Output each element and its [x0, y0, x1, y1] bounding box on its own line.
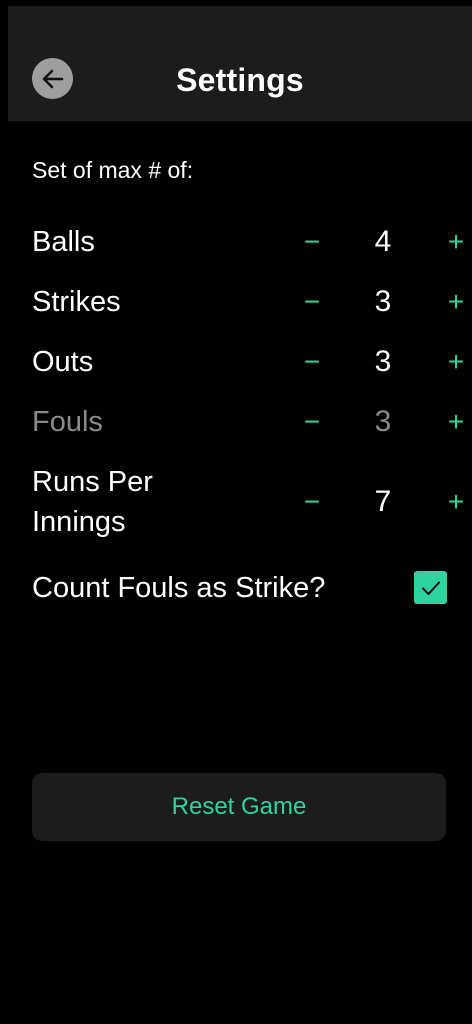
- counter-label: Balls: [32, 226, 95, 258]
- decrement-strikes-button[interactable]: −: [294, 282, 330, 322]
- increment-balls-button[interactable]: +: [438, 222, 472, 262]
- counter-value: 3: [374, 405, 392, 438]
- increment-outs-button[interactable]: +: [438, 342, 472, 382]
- increment-runs-button[interactable]: +: [438, 482, 472, 522]
- decrement-balls-button[interactable]: −: [294, 222, 330, 262]
- counter-row-balls: Balls − 4 +: [32, 222, 472, 262]
- increment-strikes-button[interactable]: +: [438, 282, 472, 322]
- counter-row-fouls: Fouls − 3 +: [32, 402, 472, 442]
- increment-fouls-button[interactable]: +: [438, 402, 472, 442]
- counter-value: 4: [374, 225, 392, 258]
- count-fouls-row: Count Fouls as Strike?: [32, 568, 448, 608]
- counter-label: Outs: [32, 346, 94, 378]
- count-fouls-checkbox[interactable]: [414, 571, 447, 604]
- decrement-outs-button[interactable]: −: [294, 342, 330, 382]
- checkmark-icon: [421, 581, 440, 595]
- counter-row-outs: Outs − 3 +: [32, 342, 472, 382]
- header-bar: Settings: [8, 6, 472, 121]
- counter-row-runs-per-innings: Runs Per Innings − 7 +: [32, 462, 472, 546]
- decrement-runs-button[interactable]: −: [294, 482, 330, 522]
- counter-label: Fouls: [32, 406, 103, 438]
- counter-label: Runs Per Innings: [32, 466, 153, 538]
- counter-value: 3: [374, 285, 392, 318]
- decrement-fouls-button[interactable]: −: [294, 402, 330, 442]
- count-fouls-label: Count Fouls as Strike?: [32, 572, 326, 604]
- settings-screen: Settings Set of max # of: Balls − 4 + St…: [0, 0, 472, 1024]
- page-title: Settings: [176, 62, 304, 98]
- section-label: Set of max # of:: [32, 157, 194, 183]
- counter-row-strikes: Strikes − 3 +: [32, 282, 472, 322]
- counter-value: 7: [374, 485, 392, 518]
- reset-game-button[interactable]: Reset Game: [32, 773, 446, 841]
- counter-value: 3: [374, 345, 392, 378]
- counter-label: Strikes: [32, 286, 121, 318]
